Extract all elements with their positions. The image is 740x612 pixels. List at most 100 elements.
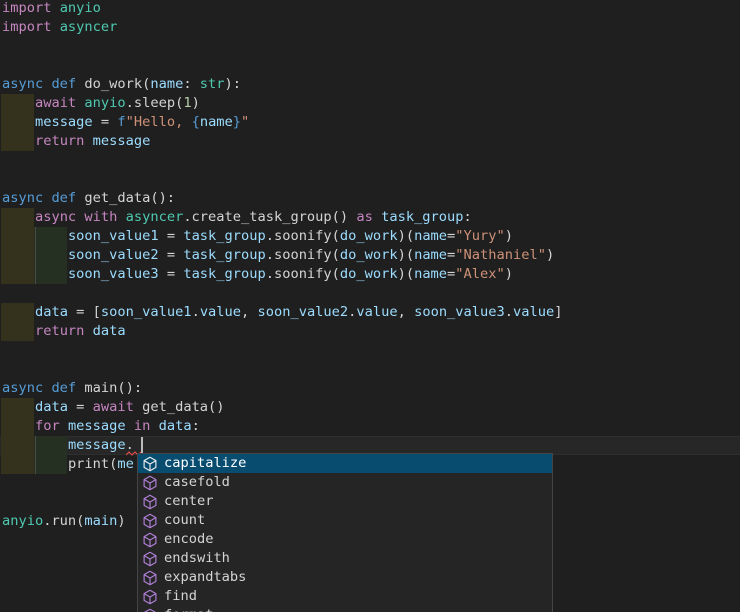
code-editor: import anyioimport asyncer async def do_w…	[0, 0, 740, 612]
code-line[interactable]: async def main():	[0, 379, 740, 398]
code-token	[2, 247, 68, 263]
code-token: soon_value3	[68, 266, 159, 282]
code-line[interactable]: soon_value2 = task_group.soonify(do_work…	[0, 246, 740, 265]
suggest-item-format[interactable]: format	[138, 606, 552, 612]
code-line[interactable]: async def get_data():	[0, 189, 740, 208]
code-line-text	[0, 284, 740, 303]
code-token	[2, 399, 35, 415]
code-token: async def	[2, 76, 84, 92]
code-token: main	[84, 513, 117, 529]
code-token: value	[513, 304, 554, 320]
code-token: :	[464, 209, 472, 225]
code-line[interactable]: data = await get_data()	[0, 398, 740, 417]
code-token: .soonify(	[266, 247, 340, 263]
code-token: message	[68, 418, 126, 434]
method-cube-icon	[142, 456, 158, 472]
code-token: do_work(	[84, 76, 150, 92]
code-line[interactable]: import asyncer	[0, 18, 740, 37]
code-line[interactable]: async with asyncer.create_task_group() a…	[0, 208, 740, 227]
code-token: )	[117, 513, 125, 529]
code-line-text: return data	[0, 322, 740, 341]
code-token: do_work	[340, 228, 398, 244]
code-token: name	[414, 228, 447, 244]
suggest-item-label: casefold	[164, 473, 230, 492]
code-line-text: async with asyncer.create_task_group() a…	[0, 208, 740, 227]
code-token: anyio	[84, 95, 125, 111]
code-token: anyio	[60, 0, 101, 16]
code-line-text: async def get_data():	[0, 189, 740, 208]
code-token: task_group	[381, 209, 463, 225]
suggest-item-casefold[interactable]: casefold	[138, 473, 552, 492]
code-token: await	[35, 95, 84, 111]
suggest-item-find[interactable]: find	[138, 587, 552, 606]
code-token: get_data()	[142, 399, 224, 415]
code-token: message	[68, 437, 126, 453]
suggest-item-encode[interactable]: encode	[138, 530, 552, 549]
code-token: "Hello,	[126, 114, 192, 130]
code-lines-layer: import anyioimport asyncer async def do_w…	[0, 0, 740, 531]
code-token: name	[150, 76, 183, 92]
code-line-text	[0, 341, 740, 360]
code-token: )(	[398, 228, 414, 244]
code-line[interactable]: soon_value3 = task_group.soonify(do_work…	[0, 265, 740, 284]
code-line-text: async def main():	[0, 379, 740, 398]
suggest-item-expandtabs[interactable]: expandtabs	[138, 568, 552, 587]
code-line[interactable]: message = f"Hello, {name}"	[0, 113, 740, 132]
suggest-item-center[interactable]: center	[138, 492, 552, 511]
code-line[interactable]: return data	[0, 322, 740, 341]
code-line-text	[0, 170, 740, 189]
code-token: anyio	[2, 513, 43, 529]
code-token: value	[200, 304, 241, 320]
code-line[interactable]	[0, 37, 740, 56]
code-line[interactable]: soon_value1 = task_group.soonify(do_work…	[0, 227, 740, 246]
code-token: )	[505, 266, 513, 282]
code-token	[2, 418, 35, 434]
code-token: .create_task_group()	[183, 209, 356, 225]
code-token: "Nathaniel"	[455, 247, 546, 263]
code-token: )	[192, 95, 200, 111]
code-line[interactable]: async def do_work(name: str):	[0, 75, 740, 94]
code-line[interactable]	[0, 341, 740, 360]
code-line-text: for message in data:	[0, 417, 740, 436]
code-line[interactable]	[0, 56, 740, 75]
code-line[interactable]: import anyio	[0, 0, 740, 18]
code-token: ):	[225, 76, 241, 92]
code-token	[2, 133, 35, 149]
code-line[interactable]: for message in data:	[0, 417, 740, 436]
code-line[interactable]	[0, 151, 740, 170]
code-token: =	[159, 228, 184, 244]
code-token: data	[159, 418, 192, 434]
code-token: task_group	[183, 228, 265, 244]
code-token: data	[35, 304, 68, 320]
method-cube-icon	[142, 551, 158, 567]
code-token: name	[414, 266, 447, 282]
code-line-text: soon_value3 = task_group.soonify(do_work…	[0, 265, 740, 284]
suggest-item-label: endswith	[164, 549, 230, 568]
code-line[interactable]: data = [soon_value1.value, soon_value2.v…	[0, 303, 740, 322]
code-line-text: async def do_work(name: str):	[0, 75, 740, 94]
code-line[interactable]	[0, 360, 740, 379]
code-token	[2, 266, 68, 282]
text-cursor	[141, 437, 143, 454]
code-token: async with	[35, 209, 126, 225]
code-token: ,	[241, 304, 257, 320]
method-cube-icon	[142, 513, 158, 529]
code-line[interactable]	[0, 170, 740, 189]
method-cube-icon	[142, 589, 158, 605]
code-token: )	[546, 247, 554, 263]
suggest-item-endswith[interactable]: endswith	[138, 549, 552, 568]
code-token: )	[505, 228, 513, 244]
code-line-text: await anyio.sleep(1)	[0, 94, 740, 113]
code-token: do_work	[340, 247, 398, 263]
code-token	[2, 456, 68, 472]
code-line[interactable]: await anyio.sleep(1)	[0, 94, 740, 113]
suggest-item-count[interactable]: count	[138, 511, 552, 530]
suggest-item-label: format	[164, 606, 213, 612]
suggest-item-capitalize[interactable]: capitalize	[138, 454, 552, 473]
code-line-text: data = await get_data()	[0, 398, 740, 417]
code-line[interactable]	[0, 284, 740, 303]
code-token: soon_value1	[101, 304, 192, 320]
code-line[interactable]: return message	[0, 132, 740, 151]
method-cube-icon	[142, 475, 158, 491]
method-cube-icon	[142, 532, 158, 548]
